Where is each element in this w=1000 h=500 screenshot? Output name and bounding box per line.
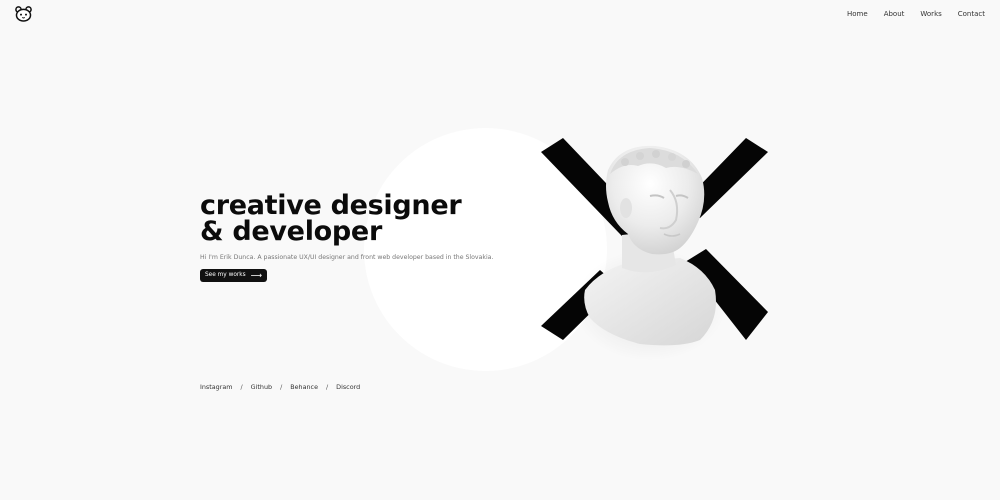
headline-line-2: & developer bbox=[200, 216, 382, 247]
main-nav: Home About Works Contact bbox=[831, 10, 985, 18]
separator: / bbox=[326, 383, 329, 391]
hero-headline: creative designer & developer bbox=[200, 192, 462, 247]
statue-bust-icon bbox=[541, 138, 768, 346]
hero-intro: Hi I'm Erik Dunca. A passionate UX/UI de… bbox=[200, 254, 494, 261]
panda-logo-icon[interactable] bbox=[15, 6, 32, 22]
social-github[interactable]: Github bbox=[251, 383, 272, 391]
nav-home[interactable]: Home bbox=[847, 10, 868, 18]
nav-about[interactable]: About bbox=[884, 10, 905, 18]
arrow-right-icon: ⟶ bbox=[250, 271, 263, 280]
separator: / bbox=[280, 383, 283, 391]
social-links: Instagram / Github / Behance / Discord bbox=[200, 383, 360, 391]
social-instagram[interactable]: Instagram bbox=[200, 383, 233, 391]
page: Home About Works Contact creative design… bbox=[0, 0, 1000, 500]
cta-label: See my works bbox=[205, 272, 246, 278]
social-discord[interactable]: Discord bbox=[336, 383, 360, 391]
see-my-works-button[interactable]: See my works ⟶ bbox=[200, 269, 268, 282]
nav-works[interactable]: Works bbox=[920, 10, 941, 18]
separator: / bbox=[240, 383, 243, 391]
nav-contact[interactable]: Contact bbox=[958, 10, 985, 18]
social-behance[interactable]: Behance bbox=[290, 383, 318, 391]
